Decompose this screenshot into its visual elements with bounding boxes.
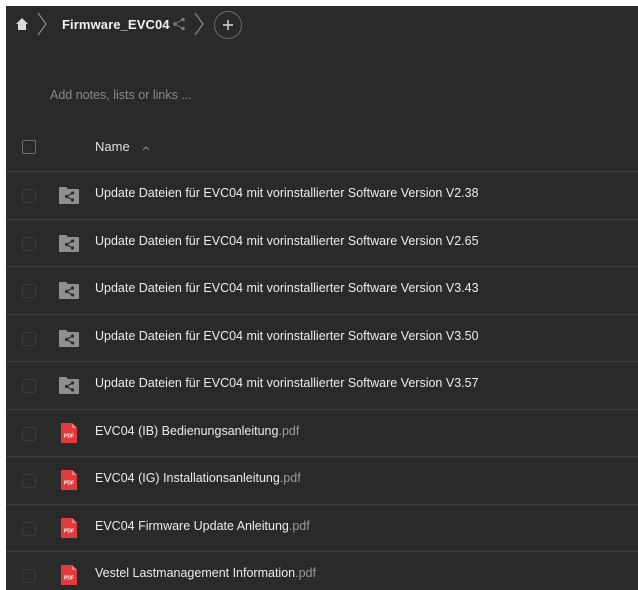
shared-folder-icon: [59, 234, 79, 252]
file-name[interactable]: Update Dateien für EVC04 mit vorinstalli…: [95, 376, 479, 390]
row-checkbox[interactable]: [22, 474, 36, 488]
add-button[interactable]: [214, 11, 242, 39]
file-row[interactable]: Update Dateien für EVC04 mit vorinstalli…: [6, 172, 638, 220]
file-name[interactable]: Update Dateien für EVC04 mit vorinstalli…: [95, 281, 479, 295]
pdf-file-icon: PDF: [61, 517, 77, 538]
plus-icon: [223, 20, 233, 30]
file-name[interactable]: EVC04 (IB) Bedienungsanleitung.pdf: [95, 424, 299, 438]
file-list: Update Dateien für EVC04 mit vorinstalli…: [6, 172, 638, 590]
svg-text:PDF: PDF: [64, 481, 74, 487]
file-name-base: Update Dateien für EVC04 mit vorinstalli…: [95, 281, 479, 295]
svg-text:PDF: PDF: [64, 576, 74, 582]
table-header: Name: [6, 126, 638, 172]
file-extension: .pdf: [295, 566, 316, 580]
row-checkbox[interactable]: [22, 189, 36, 203]
shared-folder-icon: [59, 329, 79, 347]
file-name-base: EVC04 (IB) Bedienungsanleitung: [95, 423, 279, 438]
file-name[interactable]: Update Dateien für EVC04 mit vorinstalli…: [95, 234, 479, 248]
svg-text:PDF: PDF: [64, 433, 74, 439]
file-row[interactable]: PDF EVC04 Firmware Update Anleitung.pdf: [6, 505, 638, 552]
file-extension: .pdf: [278, 423, 300, 438]
column-name[interactable]: Name: [95, 139, 130, 154]
file-row[interactable]: PDF Vestel Lastmanagement Information.pdf: [6, 552, 638, 590]
file-name-base: EVC04 (IG) Installationsanleitung: [95, 471, 280, 485]
row-checkbox[interactable]: [22, 236, 36, 251]
file-row[interactable]: Update Dateien für EVC04 mit vorinstalli…: [6, 315, 638, 362]
file-row[interactable]: Update Dateien für EVC04 mit vorinstalli…: [6, 220, 638, 267]
shared-folder-icon: [59, 377, 79, 394]
pdf-file-icon: PDF: [61, 470, 77, 490]
files-app: Firmware_EVC04 Add notes, lists or links…: [6, 6, 638, 590]
home-icon[interactable]: [15, 17, 29, 31]
breadcrumb-folder[interactable]: Firmware_EVC04: [62, 17, 170, 32]
file-name[interactable]: EVC04 Firmware Update Anleitung.pdf: [95, 519, 310, 533]
file-row[interactable]: PDF EVC04 (IG) Installationsanleitung.pdf: [6, 457, 638, 505]
file-name-base: Update Dateien für EVC04 mit vorinstalli…: [95, 186, 479, 200]
notes-input[interactable]: Add notes, lists or links ...: [50, 88, 590, 102]
file-row[interactable]: Update Dateien für EVC04 mit vorinstalli…: [6, 267, 638, 315]
file-name[interactable]: EVC04 (IG) Installationsanleitung.pdf: [95, 471, 301, 485]
row-checkbox[interactable]: [22, 284, 36, 298]
pdf-file-icon: PDF: [61, 565, 77, 585]
row-checkbox[interactable]: [22, 379, 36, 393]
pdf-file-icon: PDF: [61, 422, 77, 443]
svg-text:PDF: PDF: [64, 528, 74, 534]
file-name-base: Update Dateien für EVC04 mit vorinstalli…: [95, 233, 479, 248]
file-extension: .pdf: [279, 471, 301, 485]
breadcrumb-separator-icon: [194, 12, 204, 36]
file-name[interactable]: Update Dateien für EVC04 mit vorinstalli…: [95, 329, 479, 343]
file-name[interactable]: Update Dateien für EVC04 mit vorinstalli…: [95, 186, 479, 200]
breadcrumb: Firmware_EVC04: [6, 6, 638, 44]
file-name-base: EVC04 Firmware Update Anleitung: [95, 518, 289, 533]
row-checkbox[interactable]: [22, 426, 36, 441]
file-extension: .pdf: [288, 518, 310, 533]
row-checkbox[interactable]: [22, 521, 36, 536]
row-checkbox[interactable]: [22, 569, 36, 583]
file-row[interactable]: Update Dateien für EVC04 mit vorinstalli…: [6, 362, 638, 410]
sort-ascending-icon[interactable]: [142, 145, 150, 151]
file-name-base: Update Dateien für EVC04 mit vorinstalli…: [95, 328, 479, 343]
shared-folder-icon: [59, 187, 79, 204]
select-all-checkbox[interactable]: [22, 140, 36, 154]
file-name-base: Vestel Lastmanagement Information: [95, 566, 296, 580]
file-row[interactable]: PDF EVC04 (IB) Bedienungsanleitung.pdf: [6, 410, 638, 457]
share-icon[interactable]: [172, 17, 186, 31]
shared-folder-icon: [59, 282, 79, 299]
breadcrumb-separator-icon: [37, 12, 47, 36]
file-name[interactable]: Vestel Lastmanagement Information.pdf: [95, 566, 316, 580]
file-name-base: Update Dateien für EVC04 mit vorinstalli…: [95, 376, 479, 390]
row-checkbox[interactable]: [22, 331, 36, 346]
